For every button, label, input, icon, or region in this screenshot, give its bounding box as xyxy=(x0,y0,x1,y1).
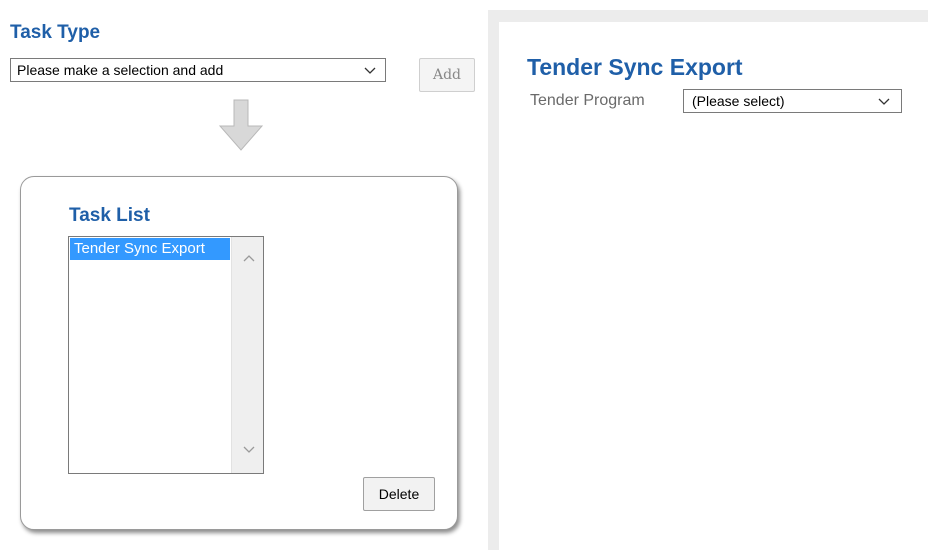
chevron-up-icon[interactable] xyxy=(243,249,255,267)
delete-button[interactable]: Delete xyxy=(363,477,435,511)
task-listbox[interactable]: Tender Sync Export xyxy=(68,236,264,474)
task-type-heading: Task Type xyxy=(10,22,101,43)
tender-program-label: Tender Program xyxy=(530,92,645,109)
task-list-panel: Task List Tender Sync Export Delete xyxy=(20,176,458,530)
chevron-down-icon xyxy=(877,90,891,118)
export-panel: Tender Sync Export Tender Program (Pleas… xyxy=(499,22,928,550)
task-type-select-value: Please make a selection and add xyxy=(17,62,224,78)
tender-program-select[interactable]: (Please select) xyxy=(683,89,902,113)
add-button[interactable]: Add xyxy=(419,58,475,92)
chevron-down-icon xyxy=(363,59,377,87)
export-panel-title: Tender Sync Export xyxy=(527,54,743,80)
down-arrow-icon xyxy=(218,98,264,157)
scrollbar[interactable] xyxy=(231,237,263,473)
tender-program-select-value: (Please select) xyxy=(692,93,785,109)
chevron-down-icon[interactable] xyxy=(243,441,255,459)
task-type-select[interactable]: Please make a selection and add xyxy=(10,58,386,82)
task-list-heading: Task List xyxy=(69,205,150,226)
list-item[interactable]: Tender Sync Export xyxy=(70,238,230,260)
